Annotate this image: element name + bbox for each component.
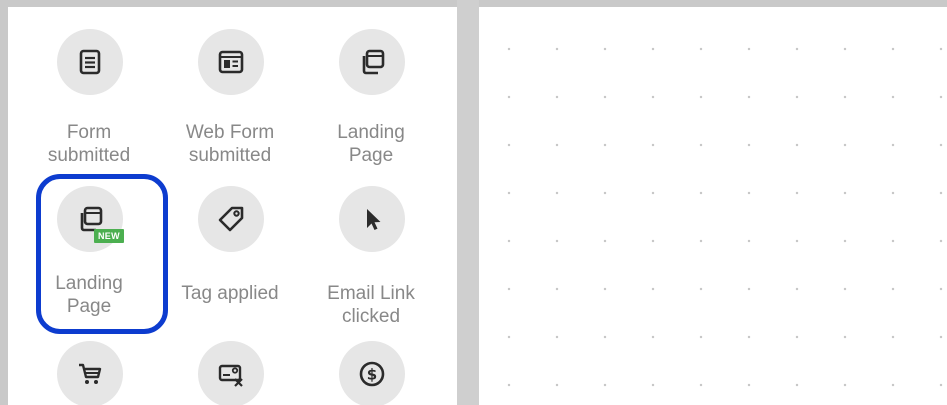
cart-icon — [57, 341, 123, 405]
trigger-payment[interactable]: $ — [306, 327, 436, 405]
trigger-label: Email Link clicked — [327, 283, 415, 327]
trigger-form-submitted[interactable]: Form submitted — [24, 7, 154, 172]
automation-builder: Form submitted Web Form submitted Landin… — [0, 0, 947, 405]
left-edge — [0, 0, 8, 405]
trigger-palette: Form submitted Web Form submitted Landin… — [8, 7, 457, 405]
landing-page-icon: NEW — [57, 186, 124, 252]
panel-divider[interactable] — [457, 0, 479, 405]
trigger-web-form-submitted[interactable]: Web Form submitted — [165, 7, 295, 172]
trigger-card-cancel[interactable] — [165, 327, 295, 405]
trigger-cart[interactable] — [24, 327, 154, 405]
landing-page-icon — [339, 29, 405, 95]
trigger-landing-page-new[interactable]: NEW Landing Page — [24, 172, 154, 327]
svg-text:$: $ — [367, 366, 377, 384]
trigger-email-link-clicked[interactable]: Email Link clicked — [306, 172, 436, 327]
card-cancel-icon — [198, 341, 264, 405]
new-badge: NEW — [94, 229, 124, 243]
trigger-label: Web Form submitted — [185, 122, 275, 166]
web-form-icon — [198, 29, 264, 95]
trigger-label: Landing Page — [337, 122, 405, 166]
trigger-label: Landing Page — [55, 273, 123, 317]
form-icon — [57, 29, 123, 95]
trigger-tag-applied[interactable]: Tag applied — [165, 172, 295, 327]
trigger-landing-page[interactable]: Landing Page — [306, 7, 436, 172]
trigger-label: Form submitted — [47, 122, 131, 166]
cursor-icon — [339, 186, 405, 252]
dollar-icon: $ — [339, 341, 405, 405]
trigger-label: Tag applied — [181, 283, 279, 304]
tag-icon — [198, 186, 264, 252]
workflow-canvas[interactable] — [479, 7, 947, 405]
